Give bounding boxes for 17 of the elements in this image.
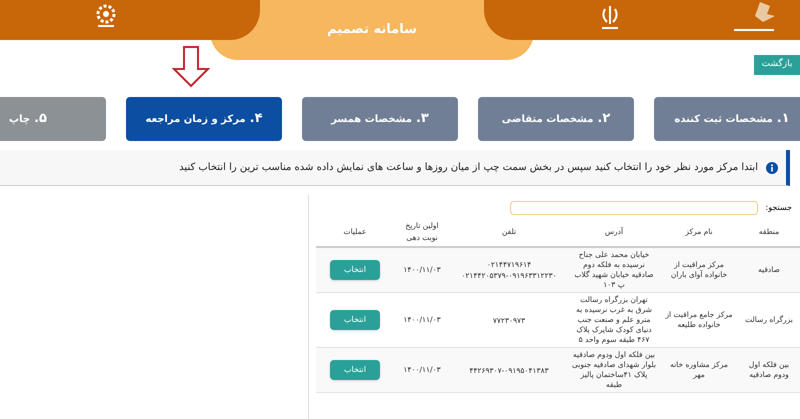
down-arrow-icon [171, 46, 211, 88]
select-button[interactable]: انتخاب [330, 360, 380, 380]
app-title: سامانه تصمیم [327, 21, 417, 40]
step-tab[interactable]: ۳. مشخصات همسر [302, 97, 458, 141]
back-button[interactable]: بازگشت [754, 55, 800, 75]
flower-logo-icon [94, 4, 118, 30]
step-tab[interactable]: ۵. چاپ [0, 97, 106, 141]
step-tab[interactable]: ۱. مشخصات ثبت کننده [654, 97, 800, 141]
search-label: جستجو: [766, 202, 792, 214]
emblem-logo-icon [600, 4, 620, 32]
search-field[interactable] [510, 201, 758, 215]
info-message: ابتدا مرکز مورد نظر خود را انتخاب کنید سپس در بخش سمت چپ از میان روزها و ساعت های نمایش داده شده مناسب ترین را انتخاب کنید [179, 161, 758, 175]
select-button[interactable]: انتخاب [330, 260, 380, 280]
select-button[interactable]: انتخاب [330, 310, 380, 330]
step-tab[interactable]: ۴. مرکز و زمان مراجعه [126, 97, 282, 141]
step-tab[interactable]: ۲. مشخصات متقاضی [478, 97, 634, 141]
info-icon [766, 162, 778, 174]
